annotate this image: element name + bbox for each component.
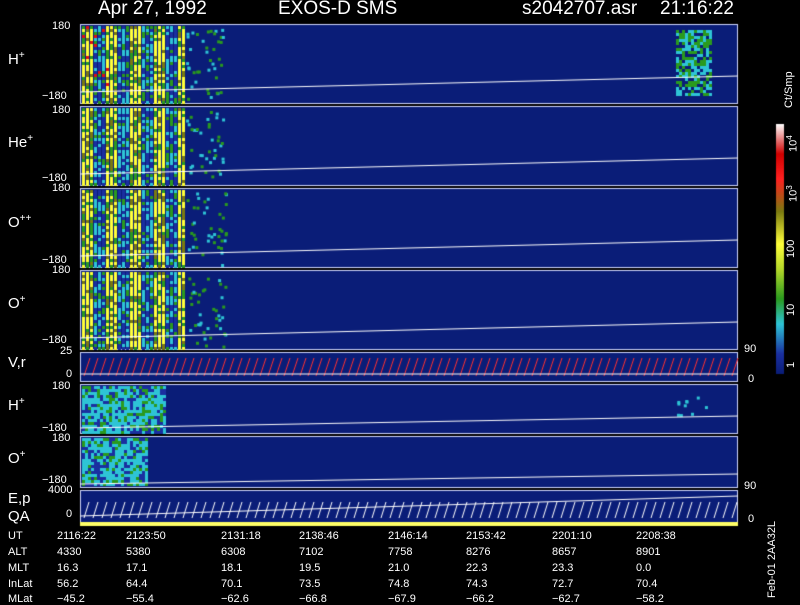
ephemeris-cell: 2201:10 (552, 530, 592, 542)
colorbar-tick-0: 104 (785, 135, 800, 152)
ephemeris-row-label: MLT (8, 562, 30, 574)
ephemeris-cell: −62.7 (552, 593, 580, 605)
header-time: 21:16:22 (660, 0, 734, 19)
ephemeris-cell: 74.8 (388, 578, 410, 590)
ep-y-zero: 0 (66, 508, 73, 520)
ep-right-bottom: 0 (748, 513, 755, 525)
ephemeris-cell: 21.0 (388, 562, 410, 574)
o-plus2-y-top: 180 (52, 432, 71, 444)
h-plus2-y-top: 180 (52, 380, 71, 392)
o-plus2-right-top: 90 (744, 480, 757, 492)
ephemeris-cell: 17.1 (126, 562, 148, 574)
colorbar-tick-2: 100 (785, 239, 797, 258)
ephemeris-cell: 23.3 (552, 562, 574, 574)
ephemeris-cell: 8276 (466, 546, 491, 558)
ephemeris-cell: 74.3 (466, 578, 488, 590)
colorbar-title: Ct/Smp (783, 71, 795, 108)
ephemeris-row-label: MLat (8, 593, 33, 605)
h-plus-y-top: 180 (52, 20, 71, 32)
ephemeris-cell: −62.6 (221, 593, 249, 605)
vr-y-zero: 0 (66, 368, 73, 380)
panel-label-o-plusplus: O++ (8, 213, 32, 231)
ephemeris-row-label: InLat (8, 578, 33, 590)
ephemeris-cell: 2131:18 (221, 530, 261, 542)
ephemeris-cell: 0.0 (636, 562, 652, 574)
ephemeris-cell: −66.8 (299, 593, 327, 605)
vr-y-top: 25 (60, 345, 73, 357)
ephemeris-cell: 2123:50 (126, 530, 166, 542)
ephemeris-cell: 18.1 (221, 562, 243, 574)
ephemeris-cell: 70.4 (636, 578, 658, 590)
panel-label-o-plus-2: O+ (8, 449, 26, 467)
colorbar-tick-3: 10 (785, 303, 797, 316)
colorbar-tick-4: 1 (785, 361, 797, 368)
ephemeris-cell: 16.3 (57, 562, 79, 574)
panel-label-h-plus: H+ (8, 50, 25, 68)
header-instrument: EXOS-D SMS (278, 0, 398, 19)
ephemeris-cell: 2146:14 (388, 530, 428, 542)
h-plus-y-bottom: −180 (42, 90, 67, 102)
spectrogram-canvas (0, 0, 800, 600)
ephemeris-cell: 73.5 (299, 578, 321, 590)
vr-right-bottom: 0 (748, 373, 755, 385)
ephemeris-cell: 7758 (388, 546, 413, 558)
ep-y-top: 4000 (48, 484, 73, 496)
panel-label-h-plus-2: H+ (8, 396, 25, 414)
header-date: Apr 27, 1992 (98, 0, 207, 19)
ephemeris-cell: 8901 (636, 546, 661, 558)
ephemeris-cell: −55.4 (126, 593, 154, 605)
ephemeris-cell: 6308 (221, 546, 246, 558)
ephemeris-cell: 5380 (126, 546, 151, 558)
ephemeris-cell: 2138:46 (299, 530, 339, 542)
ephemeris-cell: 56.2 (57, 578, 79, 590)
ephemeris-row-label: ALT (8, 546, 28, 558)
ephemeris-cell: −66.2 (466, 593, 494, 605)
ephemeris-cell: 64.4 (126, 578, 148, 590)
ephemeris-cell: −58.2 (636, 593, 664, 605)
header-file: s2042707.asr (522, 0, 638, 19)
ephemeris-cell: 22.3 (466, 562, 488, 574)
panel-label-ep: E,p (8, 490, 31, 507)
ephemeris-cell: −45.2 (57, 593, 85, 605)
panel-label-he-plus: He+ (8, 133, 34, 151)
ephemeris-cell: 70.1 (221, 578, 243, 590)
ephemeris-cell: 7102 (299, 546, 324, 558)
o-plusplus-y-top: 180 (52, 182, 71, 194)
ephemeris-cell: 4330 (57, 546, 82, 558)
footer-note: Feb-01 2AA32L (766, 520, 778, 598)
ephemeris-cell: 8657 (552, 546, 577, 558)
ephemeris-row-label: UT (8, 530, 23, 542)
panel-label-qa: QA (8, 508, 30, 525)
ephemeris-cell: 72.7 (552, 578, 574, 590)
ephemeris-cell: 19.5 (299, 562, 321, 574)
ephemeris-cell: 2208:38 (636, 530, 676, 542)
vr-right-top: 90 (744, 343, 757, 355)
panel-label-vr: V,r (8, 354, 26, 371)
ephemeris-cell: 2153:42 (466, 530, 506, 542)
he-plus-y-top: 180 (52, 104, 71, 116)
panel-label-o-plus: O+ (8, 294, 26, 312)
o-plus-y-top: 180 (52, 264, 71, 276)
colorbar-tick-1: 103 (785, 185, 800, 202)
ephemeris-cell: 2116:22 (57, 530, 96, 542)
ephemeris-cell: −67.9 (388, 593, 416, 605)
